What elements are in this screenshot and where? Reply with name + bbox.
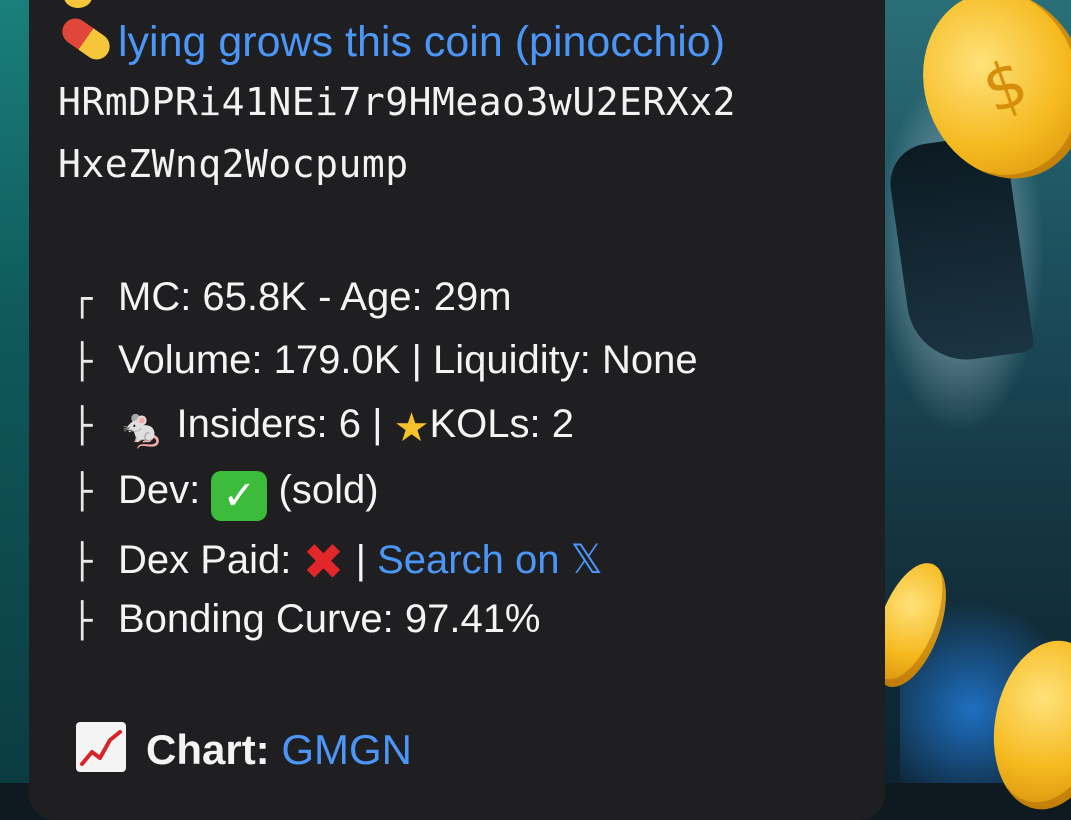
tree-connector: ├ bbox=[72, 342, 93, 382]
contract-address-line-1[interactable]: HRmDPRi41NEi7r9HMeao3wU2ERXx2 bbox=[58, 80, 736, 124]
market-cap-text: MC: 65.8K - Age: 29m bbox=[118, 275, 512, 319]
rat-icon: 🐁 bbox=[118, 406, 166, 450]
check-icon: ✓ bbox=[211, 471, 268, 521]
cross-icon: ✖ bbox=[302, 533, 345, 591]
kols-text: KOLs: 2 bbox=[429, 402, 574, 446]
tree-connector: ├ bbox=[72, 542, 93, 582]
contract-address-line-2[interactable]: HxeZWnq2Wocpump bbox=[58, 142, 409, 186]
partial-emoji-icon bbox=[64, 0, 92, 8]
message-content: lying grows this coin (pinocchio) HRmDPR… bbox=[0, 0, 1071, 783]
chart-label: Chart: bbox=[146, 726, 270, 773]
gmgn-link[interactable]: GMGN bbox=[281, 726, 412, 773]
stat-bonding-curve: ├ Bonding Curve: 97.41% bbox=[72, 597, 541, 642]
dex-paid-label: Dex Paid: bbox=[118, 538, 292, 582]
stat-insiders: ├ 🐁 Insiders: 6 | ★KOLs: 2 bbox=[72, 402, 574, 448]
tree-connector: ├ bbox=[72, 601, 93, 641]
dev-status: (sold) bbox=[278, 468, 379, 512]
pill-icon bbox=[57, 13, 118, 67]
search-on-x-link[interactable]: Search on 𝕏 bbox=[377, 538, 603, 582]
chart-row: Chart: GMGN bbox=[76, 722, 412, 774]
insiders-text: Insiders: 6 | bbox=[176, 402, 383, 446]
stat-dex-paid: ├ Dex Paid: ✖ | Search on 𝕏 bbox=[72, 533, 603, 591]
tree-connector: ┌ bbox=[72, 279, 93, 319]
tree-connector: ├ bbox=[72, 472, 93, 512]
bonding-curve-text: Bonding Curve: 97.41% bbox=[118, 597, 541, 641]
star-icon: ★ bbox=[393, 405, 430, 451]
stat-volume: ├ Volume: 179.0K | Liquidity: None bbox=[72, 338, 698, 383]
chart-up-icon bbox=[76, 722, 126, 772]
tree-connector: ├ bbox=[72, 406, 93, 446]
stat-market-cap: ┌ MC: 65.8K - Age: 29m bbox=[72, 275, 512, 320]
token-title-link[interactable]: lying grows this coin (pinocchio) bbox=[57, 13, 726, 67]
dev-label: Dev: bbox=[118, 468, 201, 512]
token-title-text: lying grows this coin (pinocchio) bbox=[118, 18, 726, 66]
volume-text: Volume: 179.0K | Liquidity: None bbox=[118, 338, 698, 382]
separator: | bbox=[355, 538, 366, 582]
stat-dev: ├ Dev: ✓ (sold) bbox=[72, 468, 379, 521]
